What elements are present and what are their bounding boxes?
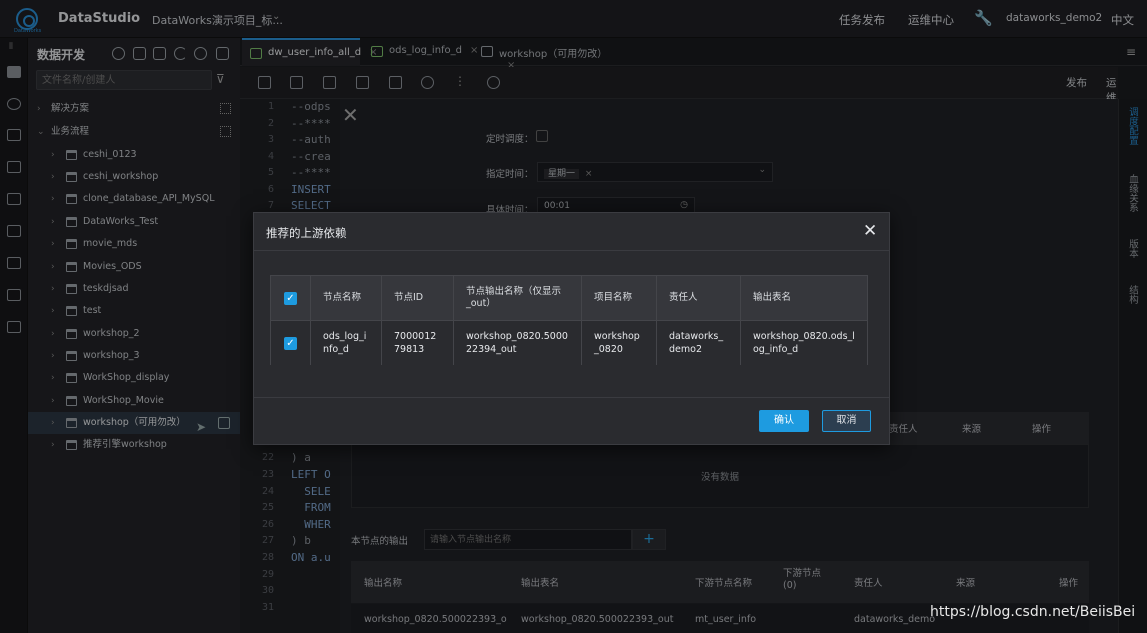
table-cell: ods_log_info_d xyxy=(311,321,382,365)
table-cell: workshop_0820 xyxy=(582,321,657,365)
column-header: 输出表名 xyxy=(741,276,867,321)
close-icon[interactable]: ✕ xyxy=(863,221,877,241)
column-header: 项目名称 xyxy=(582,276,657,321)
modal-header: 推荐的上游依赖 ✕ xyxy=(254,213,889,251)
row-select-cell: ✓ xyxy=(271,321,311,365)
modal-title: 推荐的上游依赖 xyxy=(266,226,347,240)
modal-footer-divider xyxy=(254,397,889,398)
select-all-cell: ✓ xyxy=(271,276,311,321)
dependency-table: ✓ 节点名称 节点ID 节点输出名称（仅显示_out） 项目名称 责任人 输出表… xyxy=(270,275,868,365)
column-header: 节点ID xyxy=(382,276,454,321)
confirm-button[interactable]: 确认 xyxy=(759,410,809,432)
upstream-dependency-modal: 推荐的上游依赖 ✕ ✓ 节点名称 节点ID 节点输出名称（仅显示_out） 项目… xyxy=(253,212,890,445)
column-header: 节点名称 xyxy=(311,276,382,321)
row-checkbox[interactable]: ✓ xyxy=(284,336,297,350)
select-all-checkbox[interactable]: ✓ xyxy=(284,291,297,305)
table-cell: workshop_0820.ods_log_info_d xyxy=(741,321,867,365)
table-cell: 700001279813 xyxy=(382,321,454,365)
table-cell: workshop_0820.500022394_out xyxy=(454,321,582,365)
watermark-text: https://blog.csdn.net/BeiisBei xyxy=(930,604,1136,620)
table-cell: dataworks_demo2 xyxy=(657,321,741,365)
cancel-button[interactable]: 取消 xyxy=(822,410,871,432)
column-header: 责任人 xyxy=(657,276,741,321)
column-header: 节点输出名称（仅显示_out） xyxy=(454,276,582,321)
